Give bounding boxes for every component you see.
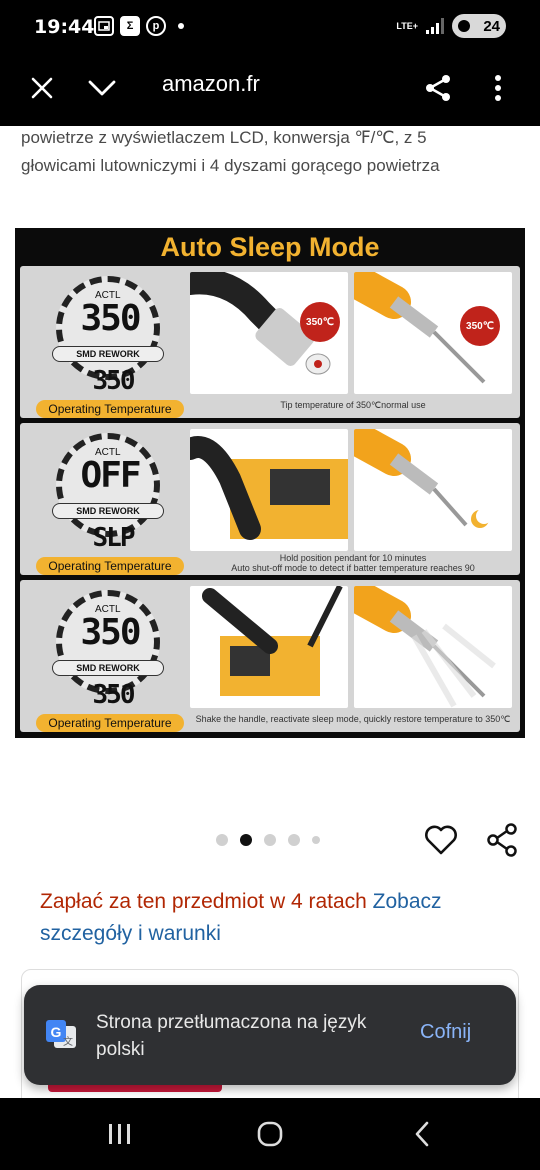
product-description: powietrze z wyświetlaczem LCD, konwersja… xyxy=(21,124,531,180)
svg-text:文: 文 xyxy=(63,1035,73,1048)
sleep-panel-standby: ACTL OFF SMD REWORK SLP Operating Temper… xyxy=(20,423,520,575)
status-time: 19:44 xyxy=(34,16,95,38)
lcd-display: ACTL 350 SMD REWORK 350 Operating Temper… xyxy=(28,272,188,418)
panel-caption: Hold position pendant for 10 minutes Aut… xyxy=(190,553,516,573)
operating-temperature-label: Operating Temperature xyxy=(36,557,184,575)
product-image[interactable]: Auto Sleep Mode ACTL 350 SMD REWORK 350 … xyxy=(15,228,525,738)
temperature-badge: 350℃ xyxy=(300,302,340,342)
station-with-tools-photo xyxy=(190,586,348,708)
installments-text: Zapłać za ten przedmiot w 4 ratach xyxy=(40,890,367,913)
actual-temperature: 350 xyxy=(80,612,141,653)
browser-toolbar: amazon.fr xyxy=(0,56,540,126)
google-translate-icon: G文 xyxy=(44,1018,78,1052)
notification-icons: Σ p xyxy=(94,16,184,36)
heart-icon[interactable] xyxy=(423,822,459,858)
home-icon[interactable] xyxy=(250,1116,290,1152)
url-text[interactable]: amazon.fr xyxy=(162,71,260,97)
caption-line: Auto shut-off mode to detect if batter t… xyxy=(231,563,475,573)
mode-label: SMD REWORK xyxy=(52,346,164,362)
more-vert-icon[interactable] xyxy=(476,66,520,110)
translation-toast: G文 Strona przetłumaczona na język polski… xyxy=(24,985,516,1085)
app-square-icon: Σ xyxy=(120,16,140,36)
operating-temperature-label: Operating Temperature xyxy=(36,400,184,418)
temperature-badge: 350℃ xyxy=(460,306,500,346)
share-icon[interactable] xyxy=(484,822,520,858)
undo-translation-button[interactable]: Cofnij xyxy=(420,1021,471,1044)
set-temperature: SLP xyxy=(92,523,136,553)
picture-in-picture-icon xyxy=(94,16,114,36)
lcd-display: ACTL 350 SMD REWORK 350 Operating Temper… xyxy=(28,586,188,732)
image-title: Auto Sleep Mode xyxy=(160,232,380,262)
lcd-display: ACTL OFF SMD REWORK SLP Operating Temper… xyxy=(28,429,188,575)
pinterest-icon: p xyxy=(146,16,166,36)
carousel-dot[interactable] xyxy=(264,834,276,846)
network-type: LTE+ xyxy=(396,20,418,31)
chevron-down-icon[interactable] xyxy=(80,66,124,110)
actual-temperature: OFF xyxy=(80,455,141,496)
share-icon[interactable] xyxy=(416,66,460,110)
sleep-panel-normal: ACTL 350 SMD REWORK 350 Operating Temper… xyxy=(20,266,520,418)
carousel-dot[interactable] xyxy=(216,834,228,846)
battery-indicator: 24 xyxy=(452,14,506,38)
battery-level: 24 xyxy=(483,17,500,35)
soldering-iron-shake-photo xyxy=(354,586,512,708)
status-bar: 19:44 Σ p LTE+ 24 xyxy=(0,0,540,56)
station-photo xyxy=(190,429,348,551)
set-temperature: 350 xyxy=(92,366,136,396)
system-nav-bar xyxy=(0,1098,540,1170)
description-line: głowicami lutowniczymi i 4 dyszami gorąc… xyxy=(21,156,440,175)
carousel-dots xyxy=(216,834,320,846)
mode-label: SMD REWORK xyxy=(52,660,164,676)
panel-caption: Shake the handle, reactivate sleep mode,… xyxy=(195,714,511,724)
back-icon[interactable] xyxy=(402,1116,442,1152)
caption-line: Hold position pendant for 10 minutes xyxy=(279,553,427,563)
signal-icon xyxy=(426,18,444,34)
installments-info: Zapłać za ten przedmiot w 4 ratach Zobac… xyxy=(40,886,510,950)
carousel-dot[interactable] xyxy=(312,836,320,844)
sleep-panel-wake: ACTL 350 SMD REWORK 350 Operating Temper… xyxy=(20,580,520,732)
description-line: powietrze z wyświetlaczem LCD, konwersja… xyxy=(21,128,427,147)
actual-temperature: 350 xyxy=(80,298,141,339)
svg-text:G: G xyxy=(51,1024,62,1040)
more-notifications-dot xyxy=(178,23,184,29)
mode-label: SMD REWORK xyxy=(52,503,164,519)
toast-message: Strona przetłumaczona na język polski xyxy=(96,1012,367,1060)
carousel-dot-active[interactable] xyxy=(240,834,252,846)
soldering-iron-photo: 350℃ xyxy=(354,272,512,394)
soldering-iron-sleep-photo xyxy=(354,429,512,551)
hot-air-gun-photo: 350℃ xyxy=(190,272,348,394)
operating-temperature-label: Operating Temperature xyxy=(36,714,184,732)
recents-icon[interactable] xyxy=(100,1116,140,1152)
close-icon[interactable] xyxy=(20,66,64,110)
carousel-dot[interactable] xyxy=(288,834,300,846)
panel-caption: Tip temperature of 350℃normal use xyxy=(280,400,426,410)
set-temperature: 350 xyxy=(92,680,136,710)
